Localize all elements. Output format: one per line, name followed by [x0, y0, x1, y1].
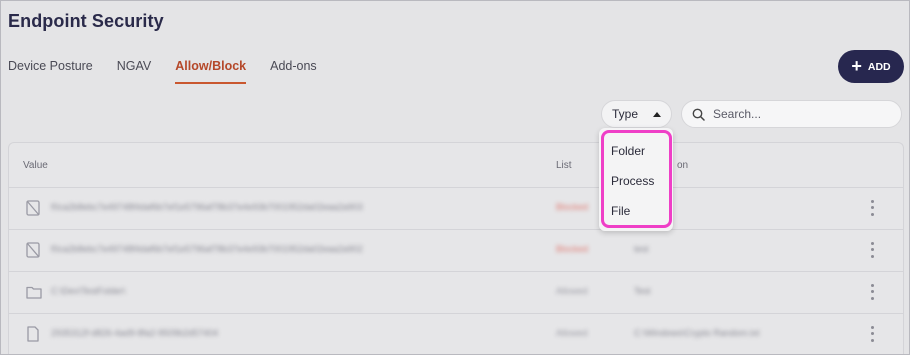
row-menu-icon[interactable] [867, 324, 877, 344]
type-filter-select[interactable]: Type [601, 100, 672, 128]
row-description: C:\Windows\Crypto Random.txt [634, 328, 760, 338]
type-option-folder[interactable]: Folder [611, 144, 645, 158]
table-row[interactable]: f0ca2b8ebc7e49748f4daf6b7ef1e5796af78b37… [9, 230, 903, 272]
row-menu-icon[interactable] [867, 240, 877, 260]
row-value: f0ca2b8ebc7e49748f4daf6b7ef1e5796af78b37… [51, 244, 363, 254]
plus-icon: + [851, 55, 862, 76]
type-filter-label: Type [612, 107, 639, 121]
table-row[interactable]: f0ca2b8ebc7e49748f4daf6b7ef1e5796af78b37… [9, 188, 903, 230]
row-list-status: Allowed [556, 328, 588, 338]
row-list-status: Blocked [556, 202, 589, 212]
type-dropdown-menu: Folder Process File [599, 128, 673, 231]
row-list-status: Allowed [556, 286, 588, 296]
tab-add-ons[interactable]: Add-ons [270, 59, 317, 84]
folder-icon [26, 286, 42, 299]
search-box [681, 100, 902, 128]
app-frame: Endpoint Security Device Posture NGAV Al… [0, 0, 910, 355]
row-description: Test [634, 286, 651, 296]
column-header-value[interactable]: Value [23, 160, 48, 171]
file-icon [27, 326, 39, 342]
tab-allow-block[interactable]: Allow/Block [175, 59, 247, 84]
type-option-file[interactable]: File [611, 204, 630, 218]
search-input[interactable] [711, 106, 895, 122]
row-list-status: Blocked [556, 244, 589, 254]
column-header-list[interactable]: List [556, 160, 572, 171]
column-header-description[interactable]: on [677, 160, 688, 171]
tab-ngav[interactable]: NGAV [117, 59, 152, 84]
row-value: 2935312f-d826-4ad9-8fa2-9509b2d57404 [51, 328, 219, 338]
table-row[interactable]: 2935312f-d826-4ad9-8fa2-9509b2d57404 All… [9, 314, 903, 354]
add-button[interactable]: + ADD [838, 50, 904, 83]
row-description: test [634, 244, 649, 254]
row-value: C:\Dev\TestFolder\ [51, 286, 126, 296]
caret-up-icon [653, 111, 661, 117]
type-option-process[interactable]: Process [611, 174, 654, 188]
search-icon [692, 108, 705, 121]
row-menu-icon[interactable] [867, 282, 877, 302]
tab-bar: Device Posture NGAV Allow/Block Add-ons [8, 59, 341, 84]
table-header: Value List on [9, 143, 903, 188]
table-row[interactable]: C:\Dev\TestFolder\ Allowed Test [9, 272, 903, 314]
allow-block-table: Value List on f0ca2b8ebc7e49748f4daf6b7e… [8, 142, 904, 354]
tab-device-posture[interactable]: Device Posture [8, 59, 93, 84]
blocked-icon [26, 242, 40, 258]
row-menu-icon[interactable] [867, 198, 877, 218]
page-title: Endpoint Security [8, 11, 164, 31]
row-value: f0ca2b8ebc7e49748f4daf6b7ef1e5796af78b37… [51, 202, 363, 212]
blocked-icon [26, 200, 40, 216]
add-button-label: ADD [867, 60, 891, 73]
